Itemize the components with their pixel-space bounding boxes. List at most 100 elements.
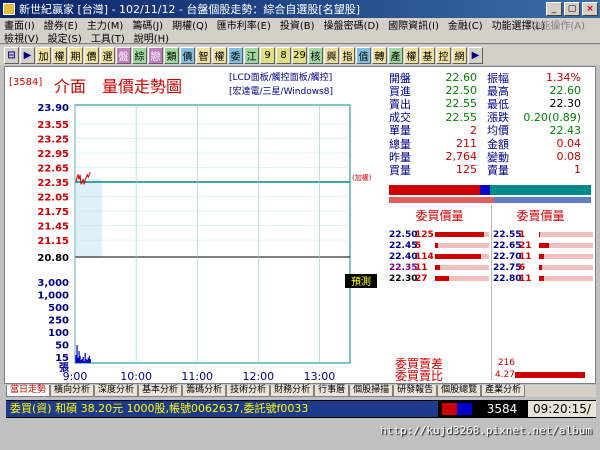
order-book-row[interactable]: 22.40 114 [389,251,489,262]
menu-right-item[interactable]: 功能操作(A) [530,17,585,32]
quote-value: 125 [456,163,477,177]
order-book-row[interactable]: 22.35 11 [389,262,489,273]
minimize-button[interactable]: _ [546,2,562,16]
menu-item[interactable]: 設定(S) [48,30,82,45]
toolbar-button[interactable]: 產 [388,46,403,64]
volume-unit-label: 張 [59,362,70,374]
toolbar-button[interactable]: 29 [292,46,307,64]
toolbar-button[interactable]: 控 [436,46,451,64]
toolbar-button[interactable]: 權 [52,46,67,64]
price-tick-label: 21.75 [37,207,69,218]
order-book-row[interactable]: 22.75 6 [493,262,593,273]
order-book-row[interactable]: 22.30 27 [389,273,489,284]
quote-value: 22.55 [445,110,478,124]
order-volume: 1 [519,229,526,240]
ratio-bar [515,372,585,378]
quote-panel: 開盤 22.60 振幅 1.34% 買進 22.50 最高 22.60 賣出 22.55 最低 22.… [389,71,591,177]
toolbar-button[interactable]: 江 [244,46,259,64]
toolbar-button[interactable]: 8 [276,46,291,64]
toolbar-button[interactable]: ⊟ [4,46,19,64]
order-book-headers: 委買價量 委賣價量 [389,207,591,224]
order-volume: 5 [415,240,422,251]
time-tick-label: 10:00 [120,370,152,383]
tab-5[interactable]: 技術分析 [226,385,271,397]
toolbar-button[interactable]: 盤 [116,46,131,64]
toolbar-button[interactable]: 智 [196,46,211,64]
toolbar-button[interactable]: 期 [68,46,83,64]
window-title: 新世紀贏家 [台灣] - 102/11/12 - 台盤個股走勢：綜合自選股[名望… [19,3,360,16]
order-book-row[interactable]: 22.65 21 [493,240,593,251]
tab-7[interactable]: 行事曆 [314,385,350,397]
tab-11[interactable]: 產業分析 [481,385,526,397]
order-book-row[interactable]: 22.70 11 [493,251,593,262]
tab-1[interactable]: 橫向分析 [50,385,95,397]
main-panel: [3584] 介面 量價走勢圖 [LCD面板/觸控面板/觸控] [宏達電/三星/… [4,66,596,384]
menu-item[interactable]: 操盤密碼(D) [324,17,380,32]
menu-item[interactable]: 說明(H) [134,30,169,45]
quote-value: 0.04 [556,137,582,151]
price-tick-label: 22.65 [37,163,69,174]
toolbar-button[interactable]: 值 [356,46,371,64]
menu-item[interactable]: 匯市利率(E) [217,17,271,32]
order-book-row[interactable]: 22.45 5 [389,240,489,251]
order-price: 22.45 [389,240,418,251]
tab-3[interactable]: 基本分析 [138,385,183,397]
tab-0[interactable]: 當日走勢 [6,385,51,397]
tab-4[interactable]: 籌碼分析 [182,385,227,397]
watermark: http://kujd3268.pixnet.net/album [380,424,592,437]
order-price: 22.70 [493,251,522,262]
toolbar-button[interactable]: 加 [36,46,51,64]
toolbar-button[interactable]: 價 [84,46,99,64]
toolbar-button[interactable]: 權 [212,46,227,64]
order-book-row[interactable]: 22.80 11 [493,273,593,284]
menu-item[interactable]: 期權(Q) [172,17,208,32]
volume-tick-label: 3,000 [37,278,69,289]
bid-header: 委買價量 [415,209,464,223]
order-price: 22.55 [493,229,522,240]
menu-item[interactable]: 投資(B) [280,17,315,32]
toolbar-button[interactable]: 基 [420,46,435,64]
toolbar-button[interactable]: 戀 [148,46,163,64]
toolbar-button[interactable]: 核 [308,46,323,64]
ask-header: 委賣價量 [516,209,565,223]
toolbar-button[interactable]: 轉 [372,46,387,64]
tab-2[interactable]: 深度分析 [94,385,139,397]
toolbar-button[interactable]: 9 [260,46,275,64]
tab-8[interactable]: 個股掃描 [349,385,394,397]
toolbar-button[interactable]: 興 [324,46,339,64]
quote-value: 22.43 [549,123,582,137]
ask-book: 22.55 1 22.65 21 22.70 11 22.75 6 22.80 11 [493,229,593,284]
menu-item[interactable]: 國際資訊(I) [388,17,439,32]
tab-10[interactable]: 個股總覽 [437,385,482,397]
quote-label: 賣量 [487,163,509,177]
quote-value: 22.60 [445,71,478,85]
forecast-button-label[interactable]: 預測 [351,275,371,288]
quote-value: 0.20(0.89) [523,110,581,124]
toolbar-button[interactable]: 類 [164,46,179,64]
close-button[interactable]: × [582,2,598,16]
toolbar-button[interactable]: 綜 [132,46,147,64]
toolbar-button[interactable]: 選 [100,46,115,64]
plot-frame [74,104,351,364]
quote-value: 0.08 [556,150,582,164]
toolbar-button[interactable]: 權 [404,46,419,64]
price-tick-label: 22.35 [37,178,69,189]
toolbar-button[interactable]: 債 [180,46,195,64]
order-book-row[interactable]: 22.50 125 [389,229,489,240]
bid-ask-colorbar [389,185,591,195]
tab-9[interactable]: 研發報告 [393,385,438,397]
toolbar-button[interactable]: 指 [340,46,355,64]
order-book-row[interactable]: 22.55 1 [493,229,593,240]
restore-button[interactable]: ▢ [564,2,580,16]
menu-item[interactable]: 金融(C) [448,17,483,32]
tab-6[interactable]: 財務分析 [270,385,315,397]
toolbar-button[interactable]: 委 [228,46,243,64]
order-volume: 125 [415,229,434,240]
price-volume-chart[interactable]: 23.90 23.55 23.25 22.95 22.65 22.35 22.05 21.75… [5,67,387,383]
toolbar-button[interactable]: 網 [452,46,467,64]
toolbar-button[interactable]: ▶ [468,46,483,64]
menu-item[interactable]: 檢視(V) [4,30,39,45]
bid-ask-ratio-bar [389,197,591,203]
toolbar-button[interactable]: ▶ [20,46,35,64]
menu-item[interactable]: 工具(T) [91,30,125,45]
